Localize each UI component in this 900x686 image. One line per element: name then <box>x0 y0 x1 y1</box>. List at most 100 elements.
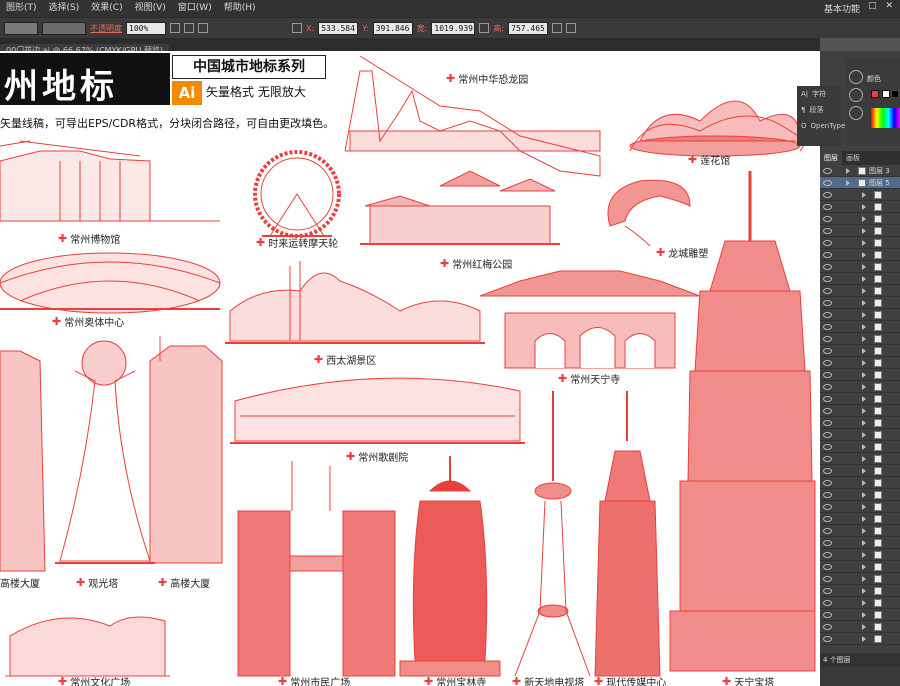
eye-icon[interactable] <box>823 251 832 258</box>
style-icon[interactable] <box>170 23 180 33</box>
sublayer-row[interactable] <box>820 285 900 297</box>
stroke-weight-select[interactable] <box>42 21 86 35</box>
eye-icon[interactable] <box>823 467 832 474</box>
expand-icon[interactable] <box>846 179 850 186</box>
expand-icon[interactable] <box>862 455 866 462</box>
paragraph-item[interactable]: ¶ 段落 <box>797 102 842 118</box>
sublayer-row[interactable] <box>820 597 900 609</box>
expand-icon[interactable] <box>862 239 866 246</box>
menu-icon[interactable] <box>566 23 577 33</box>
eye-icon[interactable] <box>823 347 832 354</box>
sublayer-row[interactable] <box>820 213 900 225</box>
eye-icon[interactable] <box>823 479 832 486</box>
opacity-input[interactable]: 100% <box>126 21 166 35</box>
expand-icon[interactable] <box>862 251 866 258</box>
expand-icon[interactable] <box>846 167 850 174</box>
eye-icon[interactable] <box>823 623 832 630</box>
menu-item-type[interactable]: 图形(T) <box>0 0 43 16</box>
sublayer-row[interactable] <box>820 369 900 381</box>
eye-icon[interactable] <box>823 611 832 618</box>
menu-item-view[interactable]: 视图(V) <box>129 0 172 16</box>
sublayer-row[interactable] <box>820 429 900 441</box>
expand-icon[interactable] <box>862 359 866 366</box>
sublayer-row[interactable] <box>820 333 900 345</box>
sublayer-row[interactable] <box>820 309 900 321</box>
sublayer-row[interactable] <box>820 273 900 285</box>
menu-item-window[interactable]: 窗口(W) <box>172 0 218 16</box>
sublayer-row[interactable] <box>820 477 900 489</box>
expand-icon[interactable] <box>862 587 866 594</box>
expand-icon[interactable] <box>862 575 866 582</box>
sublayer-row[interactable] <box>820 249 900 261</box>
sublayer-row[interactable] <box>820 321 900 333</box>
eye-icon[interactable] <box>823 191 832 198</box>
color-spectrum[interactable] <box>871 108 900 128</box>
sublayer-row[interactable] <box>820 621 900 633</box>
layer-row[interactable]: 图层 3 <box>820 165 900 177</box>
fill-color-chip[interactable] <box>871 90 879 98</box>
swatches-icon[interactable] <box>849 88 863 102</box>
eye-icon[interactable] <box>823 383 832 390</box>
sublayer-row[interactable] <box>820 537 900 549</box>
tab-artboards[interactable]: 画板 <box>842 151 864 165</box>
expand-icon[interactable] <box>862 479 866 486</box>
sublayer-row[interactable] <box>820 405 900 417</box>
opentype-item[interactable]: O OpenType <box>797 118 845 134</box>
sublayer-row[interactable] <box>820 501 900 513</box>
grid-icon[interactable] <box>292 23 302 33</box>
sublayer-row[interactable] <box>820 345 900 357</box>
expand-icon[interactable] <box>862 227 866 234</box>
expand-icon[interactable] <box>862 275 866 282</box>
menu-item-effect[interactable]: 效果(C) <box>85 0 128 16</box>
expand-icon[interactable] <box>862 419 866 426</box>
expand-icon[interactable] <box>862 443 866 450</box>
reference-point-icon[interactable] <box>552 23 563 33</box>
y-input[interactable]: 391.846 <box>372 21 413 35</box>
expand-icon[interactable] <box>862 395 866 402</box>
expand-icon[interactable] <box>862 611 866 618</box>
sublayer-row[interactable] <box>820 417 900 429</box>
align-icon[interactable] <box>184 23 194 33</box>
sublayer-row[interactable] <box>820 201 900 213</box>
tab-layers[interactable]: 图层 <box>820 151 842 165</box>
white-chip[interactable] <box>882 90 890 98</box>
expand-icon[interactable] <box>862 311 866 318</box>
black-chip[interactable] <box>891 90 899 98</box>
eye-icon[interactable] <box>823 515 832 522</box>
eye-icon[interactable] <box>823 563 832 570</box>
sublayer-row[interactable] <box>820 225 900 237</box>
eye-icon[interactable] <box>823 539 832 546</box>
brush-icon[interactable] <box>849 106 863 120</box>
sublayer-row[interactable] <box>820 237 900 249</box>
sublayer-row[interactable] <box>820 489 900 501</box>
expand-icon[interactable] <box>862 263 866 270</box>
sublayer-row[interactable] <box>820 357 900 369</box>
sublayer-row[interactable] <box>820 609 900 621</box>
expand-icon[interactable] <box>862 323 866 330</box>
eye-icon[interactable] <box>823 179 832 186</box>
sublayer-row[interactable] <box>820 297 900 309</box>
eye-icon[interactable] <box>823 371 832 378</box>
color-guide-icon[interactable] <box>849 70 863 84</box>
expand-icon[interactable] <box>862 599 866 606</box>
expand-icon[interactable] <box>862 503 866 510</box>
expand-icon[interactable] <box>862 635 866 642</box>
character-item[interactable]: A| 字符 <box>797 86 842 102</box>
expand-icon[interactable] <box>862 335 866 342</box>
eye-icon[interactable] <box>823 431 832 438</box>
expand-icon[interactable] <box>862 431 866 438</box>
eye-icon[interactable] <box>823 407 832 414</box>
eye-icon[interactable] <box>823 203 832 210</box>
eye-icon[interactable] <box>823 263 832 270</box>
sublayer-row[interactable] <box>820 465 900 477</box>
eye-icon[interactable] <box>823 359 832 366</box>
window-controls[interactable]: — □ ✕ <box>850 1 896 11</box>
eye-icon[interactable] <box>823 239 832 246</box>
eye-icon[interactable] <box>823 167 832 174</box>
eye-icon[interactable] <box>823 311 832 318</box>
expand-icon[interactable] <box>862 563 866 570</box>
eye-icon[interactable] <box>823 503 832 510</box>
eye-icon[interactable] <box>823 227 832 234</box>
expand-icon[interactable] <box>862 299 866 306</box>
expand-icon[interactable] <box>862 527 866 534</box>
